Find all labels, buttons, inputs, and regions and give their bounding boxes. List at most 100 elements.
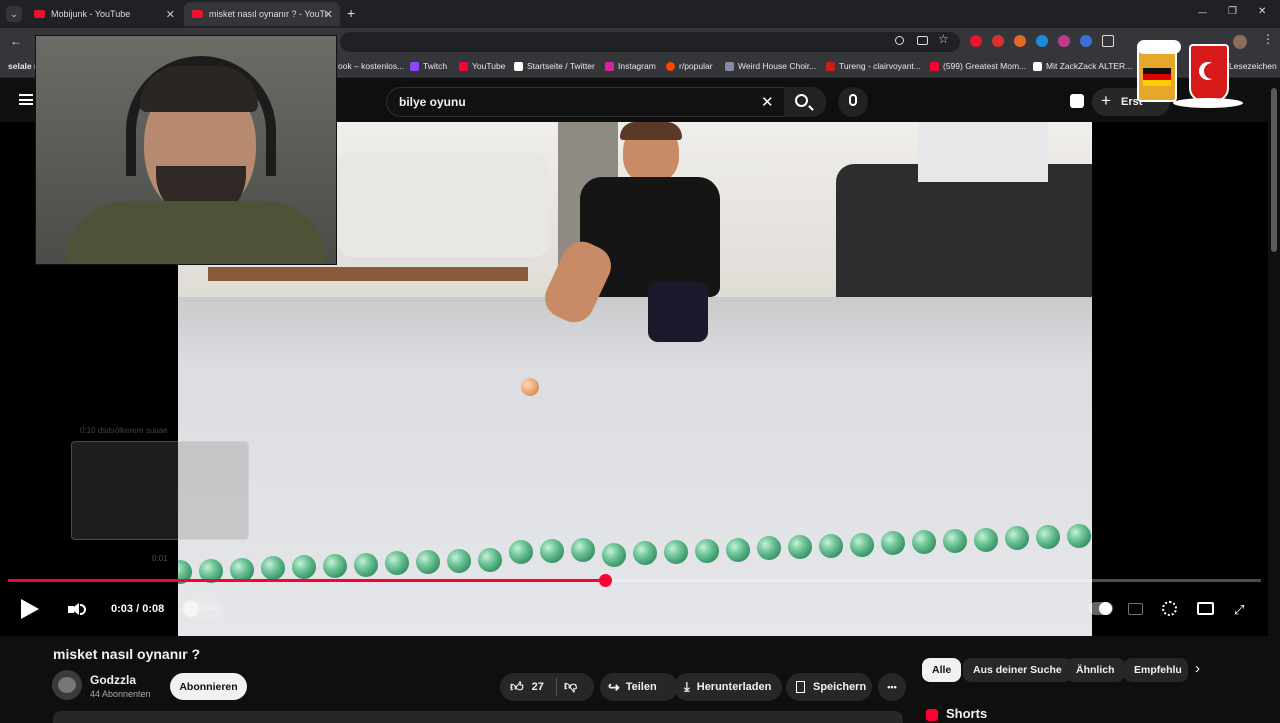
instagram-icon bbox=[605, 61, 614, 71]
tab-title: misket nasıl oynanır ? - YouTube bbox=[209, 9, 327, 19]
sticker-overlay bbox=[1133, 38, 1245, 112]
page-scrollbar[interactable] bbox=[1271, 88, 1277, 252]
download-label: Herunterladen bbox=[696, 681, 772, 693]
minimize-button[interactable]: — bbox=[1198, 7, 1207, 17]
search-input[interactable]: bilye oyunu bbox=[399, 95, 466, 109]
share-arrow-icon: ↪ bbox=[608, 678, 620, 695]
theater-mode-icon[interactable] bbox=[1197, 602, 1214, 615]
install-app-icon[interactable] bbox=[917, 36, 928, 45]
share-button[interactable]: ↪ Teilen bbox=[600, 673, 678, 701]
shooter-marble bbox=[521, 378, 539, 396]
voice-search-button[interactable] bbox=[838, 87, 868, 117]
description-box[interactable] bbox=[53, 711, 903, 723]
tureng-icon bbox=[826, 61, 835, 71]
channel-avatar[interactable] bbox=[52, 670, 82, 700]
play-button[interactable] bbox=[21, 599, 39, 619]
progress-scrubber[interactable] bbox=[599, 574, 612, 587]
bookmark-item[interactable]: (599) Greatest Mom... bbox=[930, 61, 1026, 71]
chip-all[interactable]: Alle bbox=[922, 658, 962, 682]
chip-related[interactable]: Ähnlich bbox=[1066, 658, 1125, 682]
marble bbox=[788, 535, 812, 559]
bookmark-youtube[interactable]: YouTube bbox=[459, 61, 505, 71]
download-icon: ⤓ bbox=[684, 679, 690, 694]
channel-name[interactable]: Godzzla bbox=[90, 673, 136, 687]
more-actions-button[interactable]: ••• bbox=[878, 673, 906, 701]
hover-preview-thumbnail bbox=[71, 441, 249, 540]
bookmark-instagram[interactable]: Instagram bbox=[605, 61, 656, 71]
new-tab-button[interactable]: + bbox=[347, 5, 355, 21]
clear-search-icon[interactable]: ✕ bbox=[761, 93, 774, 111]
browser-menu-icon[interactable]: ⋮ bbox=[1262, 32, 1274, 46]
search-box[interactable]: bilye oyunu ✕ bbox=[386, 87, 826, 117]
bookmark-tureng[interactable]: Tureng - clairvoyant... bbox=[826, 61, 921, 71]
more-dots-icon: ••• bbox=[887, 682, 897, 692]
bookmark-item[interactable]: Mit ZackZack ALTER... bbox=[1033, 61, 1132, 71]
like-dislike-group: 👍︎ 27 👎︎ bbox=[500, 673, 594, 701]
marble bbox=[664, 540, 688, 564]
marble bbox=[478, 547, 502, 572]
extension-icons[interactable] bbox=[970, 35, 1120, 49]
divider bbox=[556, 678, 557, 696]
marble bbox=[447, 548, 471, 573]
plus-icon: + bbox=[1101, 91, 1111, 110]
current-time: 0:03 bbox=[111, 603, 134, 615]
like-button[interactable]: 👍︎ 27 bbox=[510, 679, 544, 695]
marble bbox=[416, 550, 440, 574]
bookmark-item[interactable]: ook – kostenlos... bbox=[338, 61, 404, 71]
bookmark-reddit[interactable]: r/popular bbox=[666, 61, 713, 71]
marble bbox=[819, 533, 843, 558]
stable-volume-toggle[interactable]: OFF bbox=[181, 599, 223, 619]
maximize-button[interactable]: ❐ bbox=[1228, 6, 1237, 17]
url-field[interactable] bbox=[340, 32, 960, 52]
preview-time: 0:01 bbox=[152, 554, 168, 563]
marble bbox=[1036, 525, 1060, 549]
chip-recommended[interactable]: Empfehlu bbox=[1124, 658, 1188, 682]
browser-tab-2[interactable]: misket nasıl oynanır ? - YouTube ✕ bbox=[184, 2, 340, 26]
subscriber-count: 44 Abonnenten bbox=[90, 689, 151, 699]
total-time: 0:08 bbox=[142, 603, 165, 615]
marble bbox=[602, 542, 626, 567]
browser-tab-1[interactable]: Mobijunk - YouTube ✕ bbox=[26, 2, 182, 26]
autoplay-toggle[interactable] bbox=[1089, 602, 1113, 615]
marble bbox=[354, 552, 378, 577]
settings-gear-icon[interactable] bbox=[1162, 601, 1177, 616]
microphone-icon bbox=[849, 94, 857, 106]
back-arrow-icon[interactable]: ← bbox=[10, 34, 22, 48]
subscribe-label: Abonnieren bbox=[179, 680, 238, 693]
save-button[interactable]: Speichern bbox=[786, 673, 872, 701]
tab-search-dropdown[interactable]: ⌄ bbox=[6, 6, 22, 22]
youtube-icon bbox=[930, 61, 939, 71]
bookmark-item[interactable]: Weird House Choir... bbox=[725, 61, 816, 71]
subtitles-icon[interactable] bbox=[1128, 603, 1143, 615]
zoom-icon[interactable] bbox=[895, 36, 904, 45]
search-button[interactable] bbox=[784, 87, 826, 117]
download-button[interactable]: ⤓ Herunterladen bbox=[674, 673, 782, 701]
close-tab-icon[interactable]: ✕ bbox=[166, 8, 175, 21]
bookmark-twitch[interactable]: Twitch bbox=[410, 61, 447, 71]
x-icon bbox=[514, 61, 523, 71]
person-hoodie bbox=[66, 201, 326, 264]
close-window-button[interactable]: ✕ bbox=[1258, 6, 1266, 17]
chips-next-icon[interactable]: › bbox=[1195, 660, 1200, 677]
fullscreen-icon[interactable]: ⤢ bbox=[1234, 602, 1244, 618]
wooden-bench bbox=[208, 267, 528, 281]
toggle-knob-icon bbox=[183, 601, 199, 617]
thumbs-down-icon: 👎︎ bbox=[564, 678, 578, 693]
twitch-icon bbox=[410, 61, 419, 71]
youtube-icon bbox=[459, 61, 468, 71]
dislike-button[interactable]: 👎︎ bbox=[564, 678, 577, 694]
bookmark-icon bbox=[725, 61, 734, 71]
share-label: Teilen bbox=[625, 681, 657, 693]
chip-from-search[interactable]: Aus deiner Suche bbox=[963, 658, 1072, 682]
person-hair bbox=[140, 66, 258, 112]
youtube-favicon-icon bbox=[192, 10, 203, 18]
child-hair bbox=[620, 122, 682, 140]
bookmark-star-icon[interactable]: ☆ bbox=[938, 32, 949, 46]
bookmark-icon bbox=[796, 681, 805, 693]
marble bbox=[974, 527, 998, 552]
hamburger-menu-icon[interactable] bbox=[19, 94, 33, 105]
close-tab-icon[interactable]: ✕ bbox=[324, 8, 333, 21]
subscribe-button[interactable]: Abonnieren bbox=[170, 673, 247, 700]
bookmark-twitter[interactable]: Startseite / Twitter bbox=[514, 61, 595, 71]
add-video-icon[interactable] bbox=[1070, 94, 1084, 108]
